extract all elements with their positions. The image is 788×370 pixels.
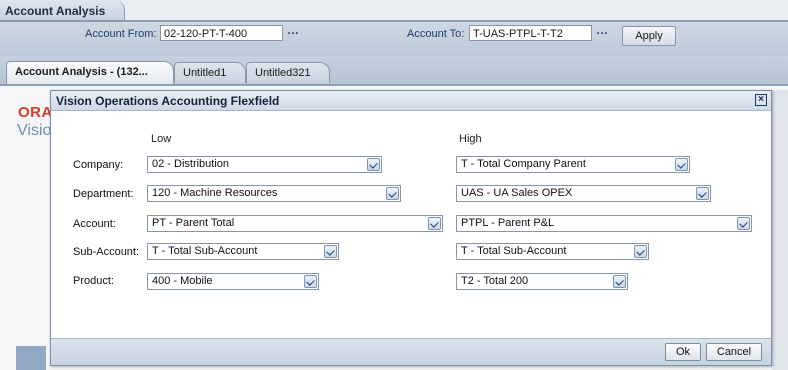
- sub-account-low-value: T - Total Sub-Account: [152, 245, 258, 257]
- oracle-logo: ORA: [18, 104, 53, 121]
- tab-untitled321[interactable]: Untitled321: [246, 62, 330, 83]
- dialog-title: Vision Operations Accounting Flexfield: [56, 94, 280, 108]
- product-label: Product:: [73, 275, 114, 287]
- company-high-value: T - Total Company Parent: [461, 158, 586, 170]
- account-to-input[interactable]: T-UAS-PTPL-T-T2: [469, 25, 592, 41]
- department-high-value: UAS - UA Sales OPEX: [461, 187, 573, 199]
- close-icon[interactable]: ×: [755, 94, 767, 106]
- chevron-down-icon[interactable]: [634, 245, 647, 258]
- account-low-value: PT - Parent Total: [152, 217, 235, 229]
- account-label: Account:: [73, 218, 116, 230]
- background-right-edge: [772, 90, 788, 370]
- chevron-down-icon[interactable]: [304, 275, 317, 288]
- chevron-down-icon[interactable]: [324, 245, 337, 258]
- product-high-select[interactable]: T2 - Total 200: [456, 273, 628, 290]
- company-low-select[interactable]: 02 - Distribution: [147, 156, 382, 173]
- sub-account-low-select[interactable]: T - Total Sub-Account: [147, 243, 339, 260]
- tab-strip: Account Analysis - (132... Untitled1 Unt…: [0, 56, 788, 86]
- chevron-down-icon[interactable]: [367, 158, 380, 171]
- dialog-titlebar: Vision Operations Accounting Flexfield ×: [51, 91, 771, 111]
- account-from-input[interactable]: 02-120-PT-T-400: [160, 25, 283, 41]
- account-from-label: Account From:: [85, 28, 157, 40]
- chevron-down-icon[interactable]: [737, 217, 750, 230]
- chevron-down-icon[interactable]: [428, 217, 441, 230]
- window-title-tab: Account Analysis: [0, 0, 125, 21]
- department-high-select[interactable]: UAS - UA Sales OPEX: [456, 185, 711, 202]
- account-high-select[interactable]: PTPL - Parent P&L: [456, 215, 752, 232]
- background-subtitle: Visio: [17, 122, 52, 139]
- tab-untitled1[interactable]: Untitled1: [174, 62, 246, 83]
- sub-account-label: Sub-Account:: [73, 246, 140, 258]
- dialog-footer: Ok Cancel: [51, 338, 771, 365]
- department-label: Department:: [73, 188, 134, 200]
- low-column-header: Low: [151, 133, 172, 145]
- company-low-value: 02 - Distribution: [152, 158, 230, 170]
- sub-account-high-value: T - Total Sub-Account: [461, 245, 567, 257]
- department-low-value: 120 - Machine Resources: [152, 187, 278, 199]
- company-high-select[interactable]: T - Total Company Parent: [456, 156, 690, 173]
- department-low-select[interactable]: 120 - Machine Resources: [147, 185, 401, 202]
- chevron-down-icon[interactable]: [613, 275, 626, 288]
- sub-account-high-select[interactable]: T - Total Sub-Account: [456, 243, 649, 260]
- product-low-select[interactable]: 400 - Mobile: [147, 273, 319, 290]
- account-low-select[interactable]: PT - Parent Total: [147, 215, 443, 232]
- flexfield-dialog: Vision Operations Accounting Flexfield ×…: [50, 90, 772, 366]
- chevron-down-icon[interactable]: [675, 158, 688, 171]
- account-to-label: Account To:: [407, 28, 465, 40]
- ok-button[interactable]: Ok: [665, 343, 701, 361]
- product-high-value: T2 - Total 200: [461, 275, 529, 287]
- apply-button[interactable]: Apply: [622, 26, 676, 46]
- company-label: Company:: [73, 159, 124, 171]
- chevron-down-icon[interactable]: [386, 187, 399, 200]
- account-from-picker-icon[interactable]: …: [287, 23, 299, 37]
- account-range-toolbar: Account From: 02-120-PT-T-400 … Account …: [0, 22, 788, 56]
- window-title: Account Analysis: [5, 4, 106, 18]
- background-panel-strip: [16, 346, 46, 370]
- high-column-header: High: [459, 133, 482, 145]
- cancel-button[interactable]: Cancel: [706, 343, 762, 361]
- product-low-value: 400 - Mobile: [152, 275, 213, 287]
- account-high-value: PTPL - Parent P&L: [461, 217, 555, 229]
- tab-account-analysis[interactable]: Account Analysis - (132...: [6, 61, 174, 84]
- account-to-picker-icon[interactable]: …: [596, 23, 608, 37]
- chevron-down-icon[interactable]: [696, 187, 709, 200]
